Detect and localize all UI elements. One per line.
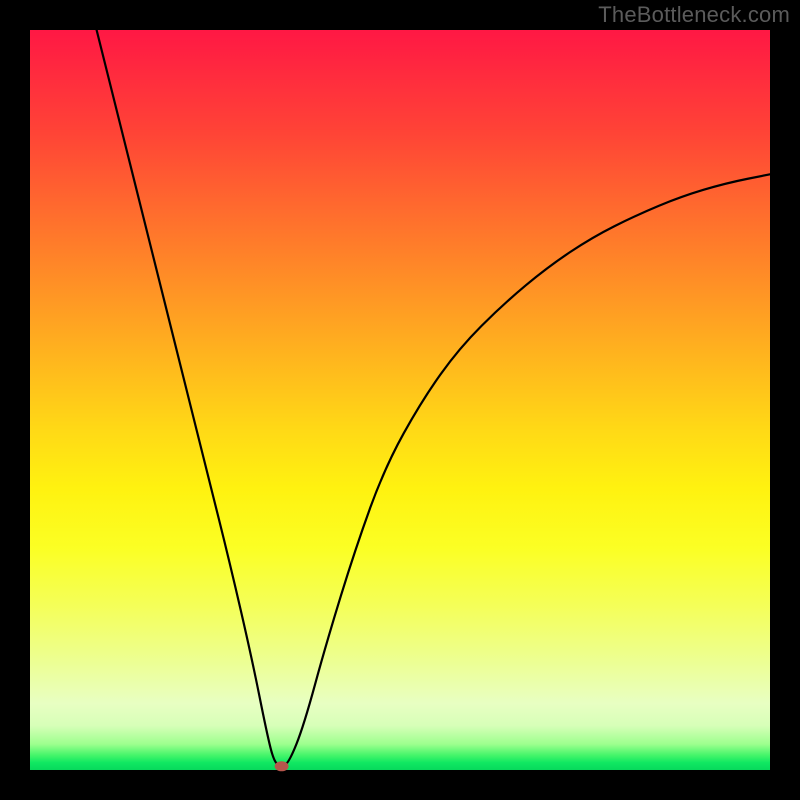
chart-frame: TheBottleneck.com [0,0,800,800]
plot-area [30,30,770,770]
minimum-marker [275,761,289,771]
bottleneck-curve [97,30,770,765]
chart-svg [30,30,770,770]
watermark-label: TheBottleneck.com [598,2,790,28]
